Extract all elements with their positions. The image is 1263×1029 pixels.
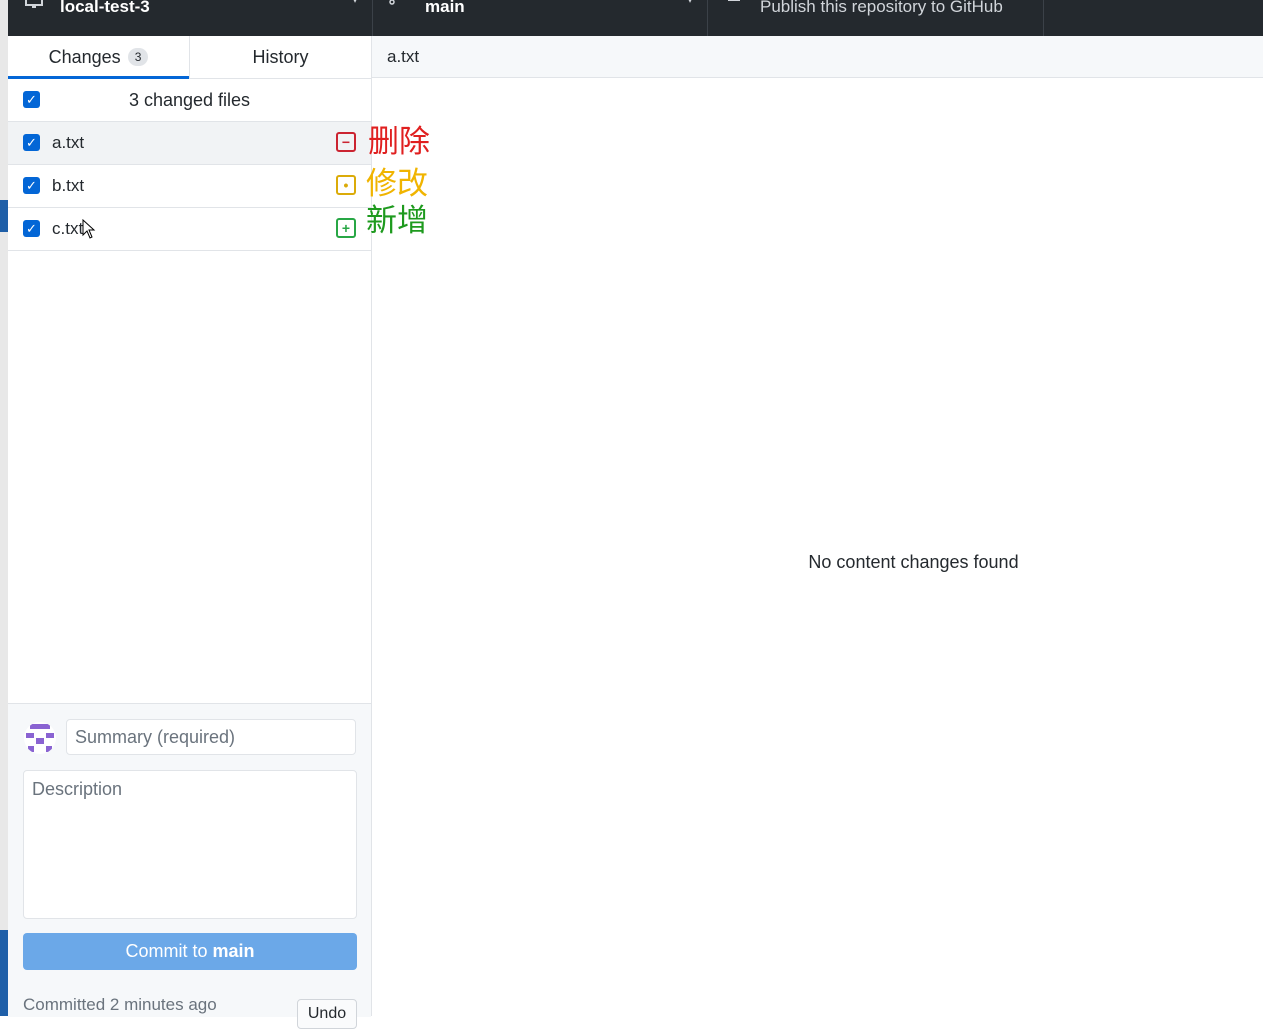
publish-repository-button[interactable]: Publish this repository to GitHub: [708, 0, 1044, 36]
branch-name: main: [425, 0, 465, 16]
chevron-down-icon: ▾: [687, 0, 693, 6]
select-all-checkbox[interactable]: ✓: [23, 91, 40, 108]
commit-button[interactable]: Commit to main: [23, 933, 357, 970]
changes-count-badge: 3: [127, 48, 149, 66]
current-branch-button[interactable]: main ▾: [373, 0, 708, 36]
changed-file-row[interactable]: ✓ b.txt •: [8, 165, 371, 208]
diff-file-header: a.txt: [372, 36, 1263, 78]
tab-changes[interactable]: Changes 3: [8, 36, 189, 79]
toolbar: local-test-3 ▾ main ▾ Publish this repos…: [8, 0, 1263, 36]
background-window-edge: [0, 0, 8, 1016]
repo-name: local-test-3: [60, 0, 150, 16]
file-name: a.txt: [52, 133, 85, 152]
file-modified-icon: •: [336, 175, 356, 195]
file-name: b.txt: [52, 176, 85, 195]
diff-file-name: a.txt: [387, 46, 420, 66]
diff-panel: a.txt No content changes found: [372, 36, 1263, 1016]
changed-file-row[interactable]: ✓ a.txt −: [8, 122, 371, 165]
repo-icon: [24, 0, 44, 15]
branch-icon: [389, 0, 399, 15]
file-checkbox[interactable]: ✓: [23, 134, 40, 151]
chevron-down-icon: ▾: [352, 0, 358, 6]
file-name: c.txt: [52, 219, 84, 238]
commit-summary-input[interactable]: [66, 719, 356, 755]
file-deleted-icon: −: [336, 132, 356, 152]
changed-file-row[interactable]: ✓ c.txt +: [8, 208, 371, 251]
changes-header: ✓ 3 changed files: [8, 79, 371, 122]
commit-button-branch: main: [212, 941, 255, 961]
tab-history-label: History: [252, 46, 309, 67]
changed-files-count: 3 changed files: [128, 89, 251, 110]
file-added-icon: +: [336, 218, 356, 238]
file-checkbox[interactable]: ✓: [23, 177, 40, 194]
current-repository-button[interactable]: local-test-3 ▾: [8, 0, 373, 36]
commit-panel: Commit to main Committed 2 minutes ago U…: [8, 703, 371, 1029]
last-commit-status: Committed 2 minutes ago: [23, 995, 217, 1014]
tab-history[interactable]: History: [189, 36, 371, 78]
background-window-bar: [0, 930, 8, 1016]
commit-button-prefix: Commit to: [125, 941, 213, 961]
no-changes-message: No content changes found: [808, 552, 1019, 572]
annotation-added: 新增: [366, 203, 428, 239]
annotation-modified: 修改: [366, 166, 428, 202]
mouse-cursor-icon: [82, 219, 96, 239]
publish-label: Publish this repository to GitHub: [760, 0, 1003, 16]
background-window-bar: [0, 200, 8, 232]
tab-changes-label: Changes: [48, 46, 121, 67]
undo-button[interactable]: Undo: [297, 999, 357, 1029]
file-checkbox[interactable]: ✓: [23, 220, 40, 237]
sidebar: Changes 3 History ✓ 3 changed files ✓ a.…: [8, 36, 372, 1029]
avatar: [24, 722, 56, 754]
tab-bar: Changes 3 History: [8, 36, 371, 79]
annotation-deleted: 删除: [368, 124, 430, 160]
upload-icon: [726, 0, 742, 15]
commit-description-input[interactable]: [23, 770, 357, 919]
